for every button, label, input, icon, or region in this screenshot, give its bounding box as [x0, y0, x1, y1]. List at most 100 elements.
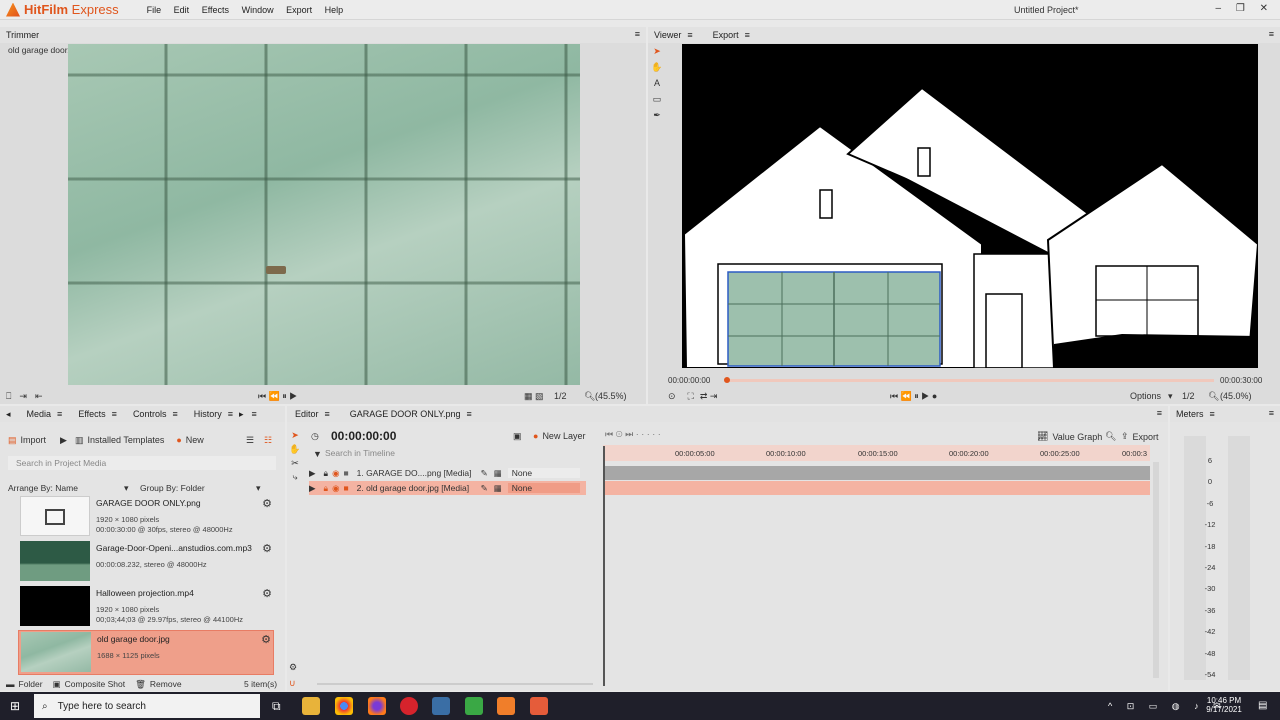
options-dropdown-icon[interactable]: ▾ — [1168, 391, 1173, 402]
list-item[interactable]: Halloween projection.mp4 1920 × 1080 pix… — [18, 585, 274, 630]
eye-icon[interactable]: ◉ — [332, 483, 339, 494]
windows-start-icon[interactable]: ⊞ — [10, 699, 20, 713]
group-by-select[interactable]: Group By: Folder — [140, 483, 205, 493]
panel-menu-icon[interactable]: ≡ — [252, 409, 257, 419]
slip-tool-icon[interactable]: ⤷ — [289, 470, 301, 484]
mark-out-icon[interactable]: ⇥ — [19, 391, 27, 402]
gear-icon[interactable]: ⚙ — [262, 497, 272, 510]
panel-menu-icon[interactable]: ≡ — [1269, 408, 1274, 418]
settings-icon[interactable]: ⚙ — [289, 662, 297, 673]
panel-menu-icon[interactable]: ≡ — [1157, 408, 1162, 418]
taskbar-search-input[interactable]: ⌕ Type here to search — [34, 694, 260, 718]
trimmer-zoom[interactable]: (45.5%) — [595, 391, 627, 401]
track-clip[interactable] — [605, 466, 1150, 480]
pan-tool-icon[interactable]: ✋ — [650, 59, 664, 75]
track-clip-selected[interactable] — [605, 481, 1150, 495]
window-controls[interactable]: – ❐ ✕ — [1216, 3, 1274, 14]
insert-icon[interactable]: ⇤ — [35, 391, 43, 402]
lock-icon[interactable]: 🔒︎ — [324, 483, 329, 494]
viewer-zoom[interactable]: (45.0%) — [1220, 391, 1252, 401]
tab-export[interactable]: Export ≡ — [707, 30, 756, 40]
blend-mode-select[interactable]: None — [507, 483, 580, 493]
horizontal-scrollbar[interactable] — [317, 683, 593, 685]
list-item[interactable]: GARAGE DOOR ONLY.png 1920 × 1080 pixels … — [18, 495, 274, 540]
app-taskbar-icon[interactable] — [530, 697, 548, 715]
tab-viewer[interactable]: Viewer ≡ — [648, 30, 699, 40]
viewer-options[interactable]: Options — [1130, 391, 1161, 401]
panel-menu-icon[interactable]: ≡ — [687, 30, 692, 40]
new-button[interactable]: ● New — [176, 435, 203, 445]
list-view-icon[interactable]: ☰ — [246, 435, 254, 446]
timeline-ruler[interactable]: 00:00:05:00 00:00:10:00 00:00:15:00 00:0… — [603, 445, 1150, 461]
editor-timecode[interactable]: 00:00:00:00 — [331, 429, 396, 443]
new-layer-button[interactable]: ● New Layer — [533, 431, 585, 441]
gear-icon[interactable]: ⚙ — [262, 587, 272, 600]
zoom-icon[interactable]: 🔍︎ — [584, 391, 595, 402]
trimmer-view-icon[interactable]: ▦ ▧ — [524, 391, 544, 402]
overlay-icon[interactable]: ⇄ ⇥ — [700, 391, 718, 402]
select-tool-icon[interactable]: ➤ — [289, 428, 301, 442]
pen-icon[interactable]: ✎ — [481, 483, 488, 494]
hitfilm-taskbar-icon[interactable] — [497, 697, 515, 715]
mark-in-icon[interactable]: ⎕ — [6, 391, 11, 402]
tab-editor[interactable]: Editor ≡ — [289, 409, 336, 419]
panel-menu-icon[interactable]: ≡ — [745, 30, 750, 40]
menu-window[interactable]: Window — [242, 5, 274, 15]
virtualbox-icon[interactable] — [432, 697, 450, 715]
chrome-icon[interactable] — [335, 697, 353, 715]
panel-menu-icon[interactable]: ≡ — [635, 29, 640, 39]
installed-templates-button[interactable]: ▥ Installed Templates — [75, 435, 164, 446]
table-row[interactable]: ▶ 🔒︎ ◉ ■ 2. old garage door.jpg [Media] … — [309, 481, 586, 495]
arrange-dropdown-icon[interactable]: ▾ — [124, 483, 129, 494]
scroll-right-icon[interactable]: ▸ — [239, 409, 244, 420]
menu-edit[interactable]: Edit — [174, 5, 190, 15]
pen-icon[interactable]: ✎ — [481, 468, 488, 479]
composite-shot-button[interactable]: ▣ Composite Shot — [53, 679, 126, 690]
list-item[interactable]: old garage door.jpg 1688 × 1125 pixels ⚙ — [18, 630, 274, 675]
import-dropdown-icon[interactable]: ▶ — [60, 435, 67, 446]
viewer-transport[interactable]: ⏮ ⏪ ⏸ ▶ ● — [890, 391, 937, 402]
tab-controls[interactable]: Controls ≡ — [127, 409, 184, 419]
media-search-input[interactable]: Search in Project Media — [8, 456, 276, 470]
lock-icon[interactable]: 🔒︎ — [324, 468, 329, 479]
panel-menu-icon[interactable]: ≡ — [1269, 29, 1274, 39]
folder-button[interactable]: ▬ Folder — [6, 679, 43, 689]
group-dropdown-icon[interactable]: ▾ — [256, 483, 261, 494]
pen-tool-icon[interactable]: ✒ — [650, 107, 664, 123]
zoom-icon[interactable]: 🔍︎ — [1105, 431, 1116, 442]
remove-button[interactable]: 🗑︎ Remove — [135, 679, 181, 690]
gear-icon[interactable]: ⚙ — [261, 633, 271, 646]
viewer-quality[interactable]: 1/2 — [1182, 391, 1195, 401]
eye-icon[interactable]: ◉ — [332, 468, 339, 479]
trimmer-transport[interactable]: ⏮ ⏪ ⏸ ▶ — [258, 391, 297, 402]
gear-icon[interactable]: ⚙ — [262, 542, 272, 555]
taskbar-clock[interactable]: 10:46 PM 9/17/2021 — [1206, 696, 1242, 714]
notifications-icon[interactable]: ▤ — [1258, 700, 1267, 711]
fit-icon[interactable]: ⛶ — [688, 391, 694, 402]
tab-composite[interactable]: GARAGE DOOR ONLY.png ≡ — [344, 409, 478, 419]
opera-icon[interactable] — [400, 697, 418, 715]
task-view-icon[interactable]: ⧉ — [272, 699, 281, 714]
filter-icon[interactable]: ▼ — [313, 449, 322, 459]
tab-meters[interactable]: Meters ≡ — [1170, 409, 1221, 419]
expand-icon[interactable]: ▶ — [309, 468, 316, 479]
tab-effects[interactable]: Effects ≡ — [72, 409, 123, 419]
arrange-by-select[interactable]: Arrange By: Name — [8, 483, 78, 493]
list-item[interactable]: Garage-Door-Openi...anstudios.com.mp3 00… — [18, 540, 274, 585]
vertical-scrollbar[interactable] — [1153, 462, 1159, 678]
tab-history[interactable]: History ≡ — [188, 409, 239, 419]
tab-media[interactable]: Media ≡ — [21, 409, 69, 419]
blend-mode-select[interactable]: None — [507, 468, 580, 478]
expand-icon[interactable]: ▶ — [309, 483, 316, 494]
trimmer-quality[interactable]: 1/2 — [554, 391, 567, 401]
composite-icon[interactable]: ▣ — [513, 431, 522, 442]
mask-icon[interactable]: ▦ — [494, 483, 502, 494]
menu-effects[interactable]: Effects — [202, 5, 229, 15]
select-tool-icon[interactable]: ➤ — [650, 43, 664, 59]
text-tool-icon[interactable]: A — [650, 75, 664, 91]
timeline-transport[interactable]: ⏮ ⊙ ⏭ · · · · · — [605, 429, 661, 440]
table-row[interactable]: ▶ 🔒︎ ◉ ■ 1. GARAGE DO....png [Media] ✎ ▦… — [309, 466, 586, 480]
mask-icon[interactable]: ▦ — [494, 468, 502, 479]
pan-tool-icon[interactable]: ✋ — [289, 442, 301, 456]
playhead-handle[interactable] — [724, 377, 730, 383]
